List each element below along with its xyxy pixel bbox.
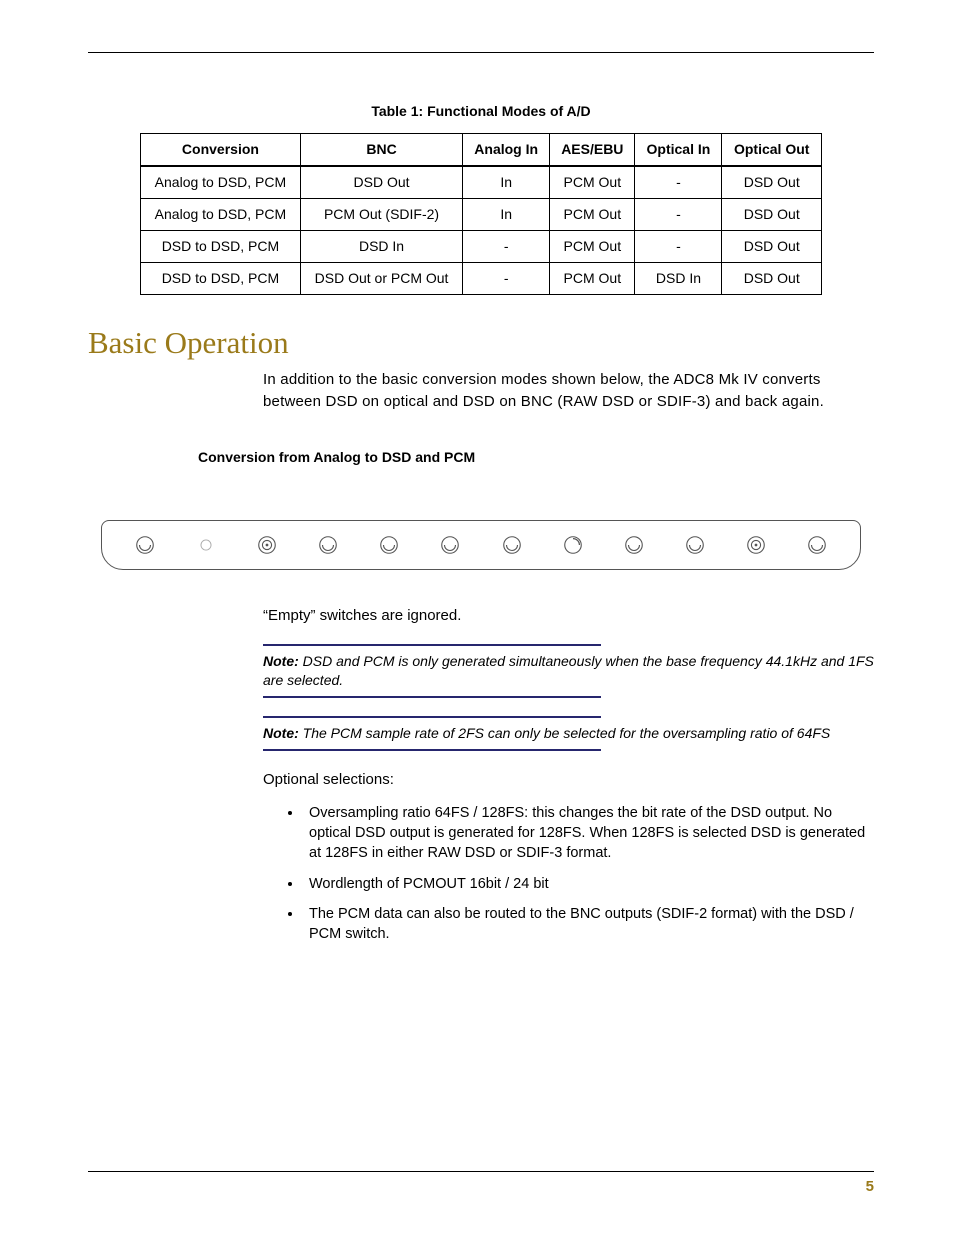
cell: PCM Out [550, 263, 635, 295]
list-item: Wordlength of PCMOUT 16bit / 24 bit [303, 874, 874, 894]
note-label: Note: [263, 725, 299, 741]
caption-label: Table 1: [371, 103, 423, 119]
table-row: DSD to DSD, PCM DSD Out or PCM Out - PCM… [141, 263, 822, 295]
table-header-row: Conversion BNC Analog In AES/EBU Optical… [141, 134, 822, 167]
cell: DSD In [300, 231, 462, 263]
col-header: Optical Out [722, 134, 822, 167]
bnc-icon [439, 534, 461, 556]
bnc-icon [317, 534, 339, 556]
header-rule [88, 52, 874, 53]
cell: DSD In [635, 263, 722, 295]
note-text: Note: The PCM sample rate of 2FS can onl… [263, 724, 874, 743]
cell: DSD Out [722, 166, 822, 199]
table-caption: Table 1: Functional Modes of A/D [88, 103, 874, 119]
cell: In [463, 199, 550, 231]
table-row: DSD to DSD, PCM DSD In - PCM Out - DSD O… [141, 231, 822, 263]
page-footer: 5 [88, 1171, 874, 1195]
page-number: 5 [88, 1178, 874, 1195]
cell: DSD Out [300, 166, 462, 199]
note-rule [263, 644, 601, 646]
empty-icon [195, 534, 217, 556]
cell: Analog to DSD, PCM [141, 199, 301, 231]
sub-heading: Conversion from Analog to DSD and PCM [198, 443, 874, 465]
switch-panel [101, 520, 861, 570]
cell: DSD to DSD, PCM [141, 231, 301, 263]
cell: - [635, 166, 722, 199]
bnc-icon [684, 534, 706, 556]
col-header: BNC [300, 134, 462, 167]
col-header: Optical In [635, 134, 722, 167]
cell: PCM Out [550, 166, 635, 199]
bnc-icon [378, 534, 400, 556]
note-text: Note: DSD and PCM is only generated simu… [263, 652, 874, 690]
body-block: “Empty” switches are ignored. Note: DSD … [263, 605, 874, 945]
cell: DSD Out or PCM Out [300, 263, 462, 295]
intro-paragraph: In addition to the basic conversion mode… [263, 369, 874, 413]
section-heading: Basic Operation [88, 325, 874, 361]
note-block: Note: DSD and PCM is only generated simu… [263, 644, 874, 698]
note-label: Note: [263, 653, 299, 669]
panel-diagram [88, 520, 874, 570]
cell: DSD to DSD, PCM [141, 263, 301, 295]
note-rule [263, 749, 601, 751]
cell: - [463, 231, 550, 263]
cell: In [463, 166, 550, 199]
col-header: Analog In [463, 134, 550, 167]
cell: - [463, 263, 550, 295]
page: Table 1: Functional Modes of A/D Convers… [0, 0, 954, 1235]
bnc-icon [501, 534, 523, 556]
cell: DSD Out [722, 231, 822, 263]
note-rule [263, 716, 601, 718]
intro-block: In addition to the basic conversion mode… [263, 369, 874, 413]
table-row: Analog to DSD, PCM PCM Out (SDIF-2) In P… [141, 199, 822, 231]
note-rule [263, 696, 601, 698]
target-icon [745, 534, 767, 556]
cell: DSD Out [722, 199, 822, 231]
options-list: Oversampling ratio 64FS / 128FS: this ch… [263, 803, 874, 945]
caption-title: Functional Modes of A/D [427, 103, 591, 119]
optional-selections-heading: Optional selections: [263, 769, 874, 791]
cell: PCM Out [550, 199, 635, 231]
footer-rule [88, 1171, 874, 1172]
col-header: Conversion [141, 134, 301, 167]
arc-icon [562, 534, 584, 556]
list-item: The PCM data can also be routed to the B… [303, 904, 874, 945]
list-item: Oversampling ratio 64FS / 128FS: this ch… [303, 803, 874, 864]
empty-switches-text: “Empty” switches are ignored. [263, 605, 874, 627]
cell: PCM Out (SDIF-2) [300, 199, 462, 231]
cell: Analog to DSD, PCM [141, 166, 301, 199]
note-body: DSD and PCM is only generated simultaneo… [263, 653, 874, 688]
cell: PCM Out [550, 231, 635, 263]
target-icon [256, 534, 278, 556]
note-body: The PCM sample rate of 2FS can only be s… [303, 725, 831, 741]
bnc-icon [806, 534, 828, 556]
cell: - [635, 199, 722, 231]
col-header: AES/EBU [550, 134, 635, 167]
table-row: Analog to DSD, PCM DSD Out In PCM Out - … [141, 166, 822, 199]
bnc-icon [623, 534, 645, 556]
functional-modes-table: Conversion BNC Analog In AES/EBU Optical… [140, 133, 822, 295]
bnc-icon [134, 534, 156, 556]
note-block: Note: The PCM sample rate of 2FS can onl… [263, 716, 874, 751]
cell: - [635, 231, 722, 263]
cell: DSD Out [722, 263, 822, 295]
